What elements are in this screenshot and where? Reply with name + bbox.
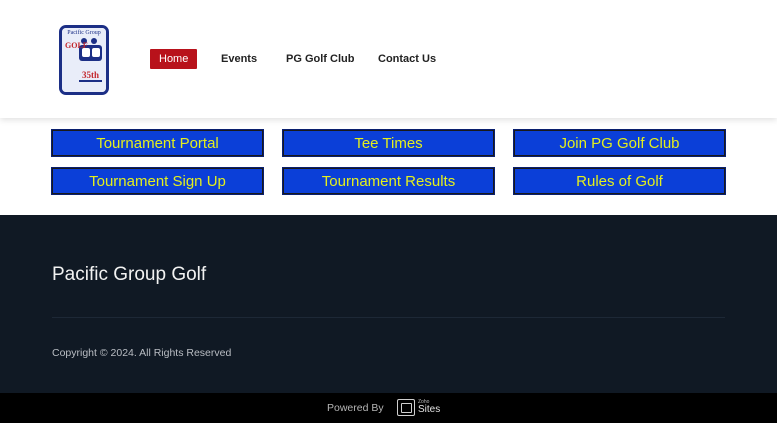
logo-top-text: Pacific Group — [67, 30, 101, 36]
footer-divider — [52, 317, 725, 318]
tee-times-button[interactable]: Tee Times — [282, 129, 495, 157]
tournament-results-button[interactable]: Tournament Results — [282, 167, 495, 195]
sites-brand-text: Sites — [418, 404, 441, 415]
nav-events[interactable]: Events — [221, 49, 257, 69]
tournament-sign-up-button[interactable]: Tournament Sign Up — [51, 167, 264, 195]
nav-contact-us[interactable]: Contact Us — [378, 49, 436, 69]
site-footer: Pacific Group Golf Copyright © 2024. All… — [0, 215, 777, 393]
pacific-group-golf-logo[interactable]: Pacific Group GOLF 35th — [59, 25, 109, 95]
join-pg-golf-club-button[interactable]: Join PG Golf Club — [513, 129, 726, 157]
quick-links: Tournament Portal Tee Times Join PG Golf… — [0, 118, 777, 215]
logo-emblem-icon — [62, 28, 106, 92]
tournament-portal-button[interactable]: Tournament Portal — [51, 129, 264, 157]
logo-anniversary-text: 35th — [82, 70, 100, 80]
powered-by-text: Powered By — [327, 402, 384, 414]
zoho-sites-logo[interactable]: Zoho Sites — [397, 399, 440, 416]
zoho-sites-icon — [397, 399, 415, 416]
site-header: Pacific Group GOLF 35th Home Events PG G… — [0, 0, 777, 118]
nav-home[interactable]: Home — [150, 49, 198, 69]
logo-side-text: GOLF — [65, 42, 88, 50]
rules-of-golf-button[interactable]: Rules of Golf — [513, 167, 726, 195]
nav-pg-golf-club[interactable]: PG Golf Club — [286, 49, 354, 69]
powered-by-bar: Powered By Zoho Sites — [0, 393, 777, 423]
footer-title: Pacific Group Golf — [52, 264, 207, 285]
copyright-text: Copyright © 2024. All Rights Reserved — [52, 347, 232, 359]
